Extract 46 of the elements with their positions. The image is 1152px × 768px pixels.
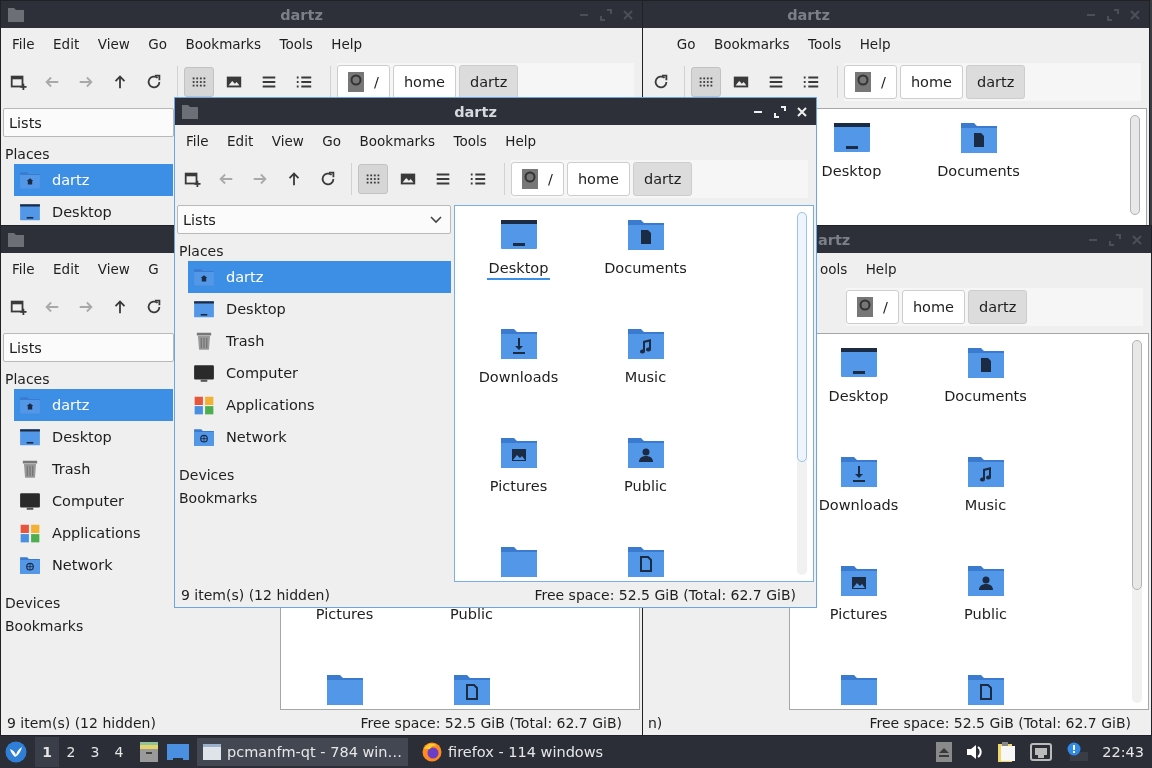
workspace-button[interactable]: 1 xyxy=(35,737,59,767)
menu-item[interactable]: Edit xyxy=(218,130,263,152)
status-text: 9 item(s) (12 hidden) xyxy=(7,714,156,731)
path-crumb[interactable]: / xyxy=(511,162,564,196)
menu-item[interactable]: File xyxy=(177,130,218,152)
section-heading: Bookmarks xyxy=(4,617,84,636)
window-title: dartz xyxy=(787,6,830,23)
menu-item[interactable]: View xyxy=(262,130,313,152)
section-heading: Bookmarks xyxy=(178,489,258,508)
menu-item[interactable]: Tools xyxy=(444,130,496,152)
file-name[interactable]: Music xyxy=(622,369,669,389)
free-space-text: Free space: 52.5 GiB (Total: 62.7 GiB) xyxy=(534,586,796,603)
task-button[interactable]: pcmanfm-qt - 784 win… xyxy=(197,738,409,766)
workspace-button[interactable]: 2 xyxy=(59,737,83,767)
file-name[interactable]: Downloads xyxy=(476,369,561,389)
menu-item[interactable]: Go xyxy=(313,130,351,152)
file-name[interactable]: Documents xyxy=(602,260,689,280)
workspace-button[interactable]: 3 xyxy=(83,737,107,767)
window-title: dartz xyxy=(454,103,497,120)
file-name[interactable]: Pictures xyxy=(487,478,550,498)
window-title: dartz xyxy=(280,6,323,23)
status-text: n) xyxy=(648,714,663,731)
menu-item[interactable]: Bookmarks xyxy=(350,130,444,152)
task-button[interactable]: firefox - 114 windows xyxy=(416,738,610,766)
free-space-text: Free space: 52.5 GiB (Total: 62.7 GiB) xyxy=(869,714,1131,731)
path-crumb[interactable]: home xyxy=(566,162,630,196)
path-crumb[interactable]: dartz xyxy=(633,162,693,196)
sidebar-item[interactable]: Desktop xyxy=(188,293,451,325)
workspace-button[interactable]: 4 xyxy=(107,737,131,767)
file-name[interactable]: Desktop xyxy=(486,260,551,280)
window-title: artz xyxy=(818,231,851,248)
file-name[interactable]: Public xyxy=(622,478,669,498)
free-space-text: Free space: 52.5 GiB (Total: 62.7 GiB) xyxy=(360,714,622,731)
sidebar-item[interactable]: Computer xyxy=(188,357,451,389)
section-heading: Devices xyxy=(178,466,235,485)
sidebar-view-dropdown[interactable]: Lists xyxy=(177,205,451,234)
section-heading: Places xyxy=(4,145,50,164)
clock: 22:43 xyxy=(1102,744,1144,760)
section-heading: Places xyxy=(4,370,50,389)
section-heading: Places xyxy=(178,242,224,261)
menu-item[interactable]: Help xyxy=(496,130,545,152)
sidebar-item[interactable]: Applications xyxy=(188,389,451,421)
status-text: 9 item(s) (12 hidden) xyxy=(181,586,330,603)
sidebar-item[interactable]: Trash xyxy=(188,325,451,357)
section-heading: Devices xyxy=(4,594,61,613)
sidebar-item[interactable]: Network xyxy=(188,421,451,453)
